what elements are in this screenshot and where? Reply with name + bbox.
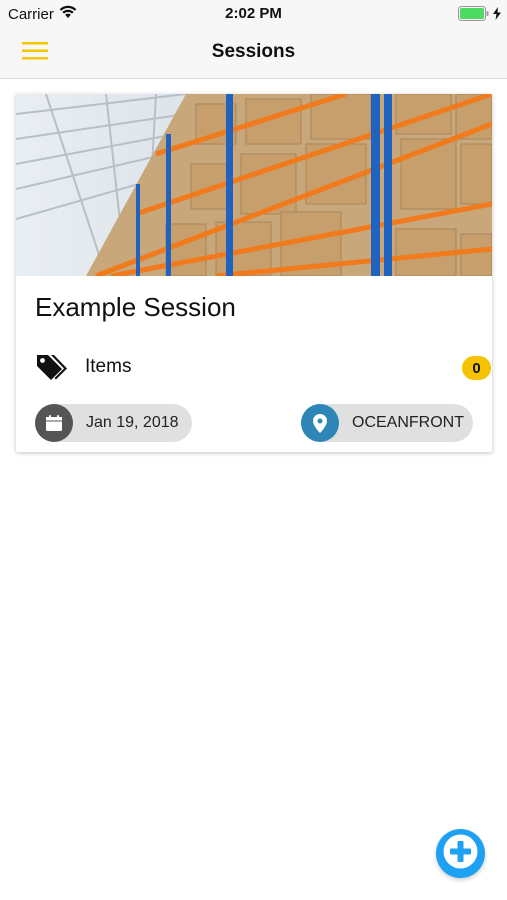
- app-header: Sessions: [0, 28, 507, 79]
- page-title: Sessions: [211, 41, 296, 62]
- session-card[interactable]: Example Session Items 0 Jan 19, 2018 OCE…: [16, 94, 492, 452]
- charging-icon: [493, 7, 501, 24]
- plus-icon: [436, 827, 485, 881]
- session-title: Example Session: [35, 292, 236, 322]
- status-time: 2:02 PM: [225, 5, 282, 22]
- items-row[interactable]: Items 0: [35, 352, 491, 386]
- battery-indicator: [458, 6, 501, 25]
- tags-icon: [35, 353, 67, 386]
- location-chip[interactable]: OCEANFRONT: [301, 404, 473, 442]
- date-chip[interactable]: Jan 19, 2018: [35, 404, 192, 442]
- items-count-badge: 0: [462, 356, 491, 380]
- map-pin-icon: [301, 404, 339, 442]
- add-session-button[interactable]: [436, 829, 485, 878]
- battery-icon: [458, 6, 490, 25]
- calendar-icon: [35, 404, 73, 442]
- session-date: Jan 19, 2018: [86, 414, 179, 431]
- status-bar: Carrier 2:02 PM: [0, 0, 507, 28]
- items-label: Items: [85, 356, 132, 377]
- warehouse-shelves-image: [16, 94, 492, 276]
- session-location: OCEANFRONT: [352, 414, 464, 431]
